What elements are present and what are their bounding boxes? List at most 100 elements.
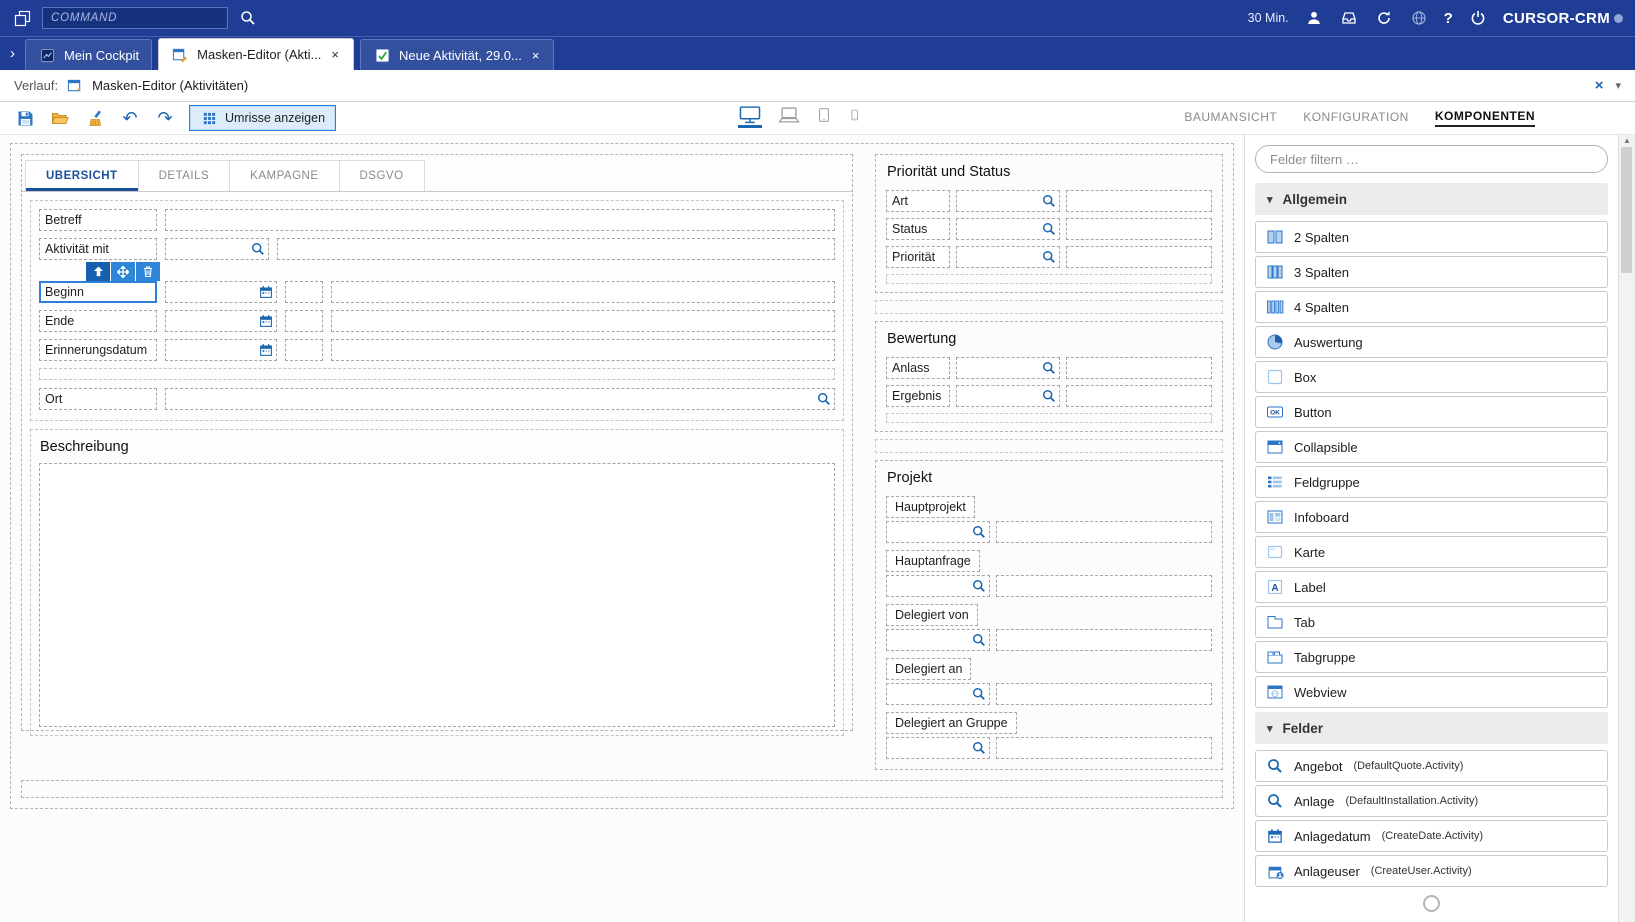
- tab-neue-aktivitaet[interactable]: Neue Aktivität, 29.0... ×: [360, 39, 554, 70]
- field-time-erinnerungsdatum[interactable]: [285, 339, 323, 361]
- field-date-ende[interactable]: [165, 310, 277, 332]
- empty-drop-strip[interactable]: [886, 274, 1212, 284]
- umrisse-toggle[interactable]: Umrisse anzeigen: [189, 105, 336, 131]
- field-label-erinnerungsdatum[interactable]: Erinnerungsdatum: [39, 339, 157, 361]
- field-label-prioritaet[interactable]: Priorität: [886, 246, 950, 268]
- field-lookup-aktivitaet-mit[interactable]: [165, 238, 269, 260]
- field-input-prioritaet[interactable]: [1066, 246, 1212, 268]
- field-input-anlass[interactable]: [1066, 357, 1212, 379]
- form-tab-kampagne[interactable]: KAMPAGNE: [229, 160, 339, 191]
- empty-drop-strip[interactable]: [886, 413, 1212, 423]
- beschreibung-textarea[interactable]: [39, 463, 835, 727]
- scrollbar-thumb[interactable]: [1621, 147, 1632, 273]
- field-label-ort[interactable]: Ort: [39, 388, 157, 410]
- field-time-ende[interactable]: [285, 310, 323, 332]
- group-prioritaet-status[interactable]: Priorität und Status Art Status: [875, 154, 1223, 293]
- field-input-hauptanfrage[interactable]: [996, 575, 1212, 597]
- component-box[interactable]: Box: [1255, 361, 1608, 393]
- editor-canvas[interactable]: UBERSICHT DETAILS KAMPAGNE DSGVO Betreff: [0, 135, 1244, 922]
- close-icon[interactable]: ×: [530, 48, 542, 63]
- field-lookup-status[interactable]: [956, 218, 1060, 240]
- field-date-erinnerungsdatum[interactable]: [165, 339, 277, 361]
- form-tab-dsgvo[interactable]: DSGVO: [339, 160, 425, 191]
- field-input-delegiert-von[interactable]: [996, 629, 1212, 651]
- inbox-icon[interactable]: [1339, 8, 1359, 28]
- nav-konfiguration[interactable]: KONFIGURATION: [1303, 110, 1409, 126]
- delete-button[interactable]: [136, 262, 160, 281]
- field-label-hauptanfrage[interactable]: Hauptanfrage: [886, 550, 980, 572]
- field-component-anlagedatum[interactable]: Anlagedatum (CreateDate.Activity): [1255, 820, 1608, 852]
- empty-drop-strip[interactable]: [21, 780, 1223, 798]
- windows-icon[interactable]: [12, 8, 32, 28]
- field-label-beginn-selected[interactable]: Beginn: [39, 281, 157, 303]
- phone-icon[interactable]: [848, 106, 861, 128]
- component-2-spalten[interactable]: 2 Spalten: [1255, 221, 1608, 253]
- power-icon[interactable]: [1468, 8, 1488, 28]
- component-webview[interactable]: Webview: [1255, 676, 1608, 708]
- field-lookup-ergebnis[interactable]: [956, 385, 1060, 407]
- field-label-betreff[interactable]: Betreff: [39, 209, 157, 231]
- clean-brush-button[interactable]: [84, 107, 106, 129]
- component-auswertung[interactable]: Auswertung: [1255, 326, 1608, 358]
- field-input-aktivitaet-mit[interactable]: [277, 238, 835, 260]
- field-lookup-prioritaet[interactable]: [956, 246, 1060, 268]
- field-lookup-ort[interactable]: [165, 388, 835, 410]
- redo-icon[interactable]: ↷: [154, 107, 176, 129]
- form-tab-uebersicht[interactable]: UBERSICHT: [25, 160, 139, 191]
- field-lookup-delegiert-von[interactable]: [886, 629, 990, 651]
- save-button[interactable]: [14, 107, 36, 129]
- component-4-spalten[interactable]: 4 Spalten: [1255, 291, 1608, 323]
- monitor-icon[interactable]: [738, 106, 762, 128]
- tabs-overflow-chevron-icon[interactable]: ›: [6, 45, 19, 62]
- section-felder[interactable]: ▾ Felder: [1255, 712, 1608, 744]
- move-button[interactable]: [111, 262, 135, 281]
- field-time-beginn[interactable]: [285, 281, 323, 303]
- globe-icon[interactable]: [1409, 8, 1429, 28]
- nav-baumansicht[interactable]: BAUMANSICHT: [1184, 110, 1277, 126]
- field-label-delegiert-von[interactable]: Delegiert von: [886, 604, 978, 626]
- component-infoboard[interactable]: Infoboard: [1255, 501, 1608, 533]
- field-input-ergebnis[interactable]: [1066, 385, 1212, 407]
- field-filler-ende[interactable]: [331, 310, 835, 332]
- field-label-ende[interactable]: Ende: [39, 310, 157, 332]
- field-date-beginn[interactable]: [165, 281, 277, 303]
- tab-mein-cockpit[interactable]: Mein Cockpit: [25, 39, 152, 70]
- field-label-delegiert-an-gruppe[interactable]: Delegiert an Gruppe: [886, 712, 1017, 734]
- form-tabgroup[interactable]: UBERSICHT DETAILS KAMPAGNE DSGVO Betreff: [21, 154, 853, 731]
- field-component-anlageuser[interactable]: Anlageuser (CreateUser.Activity): [1255, 855, 1608, 887]
- component-tab[interactable]: Tab: [1255, 606, 1608, 638]
- open-folder-button[interactable]: [49, 107, 71, 129]
- beschreibung-group[interactable]: Beschreibung: [30, 429, 844, 736]
- field-lookup-art[interactable]: [956, 190, 1060, 212]
- field-input-delegiert-an[interactable]: [996, 683, 1212, 705]
- nav-komponenten[interactable]: KOMPONENTEN: [1435, 109, 1535, 127]
- field-label-anlass[interactable]: Anlass: [886, 357, 950, 379]
- tab-masken-editor[interactable]: Masken-Editor (Akti... ×: [158, 38, 354, 70]
- field-label-delegiert-an[interactable]: Delegiert an: [886, 658, 971, 680]
- undo-icon[interactable]: ↶: [119, 107, 141, 129]
- field-input-delegiert-an-gruppe[interactable]: [996, 737, 1212, 759]
- refresh-icon[interactable]: [1374, 8, 1394, 28]
- component-karte[interactable]: Karte: [1255, 536, 1608, 568]
- component-label[interactable]: A Label: [1255, 571, 1608, 603]
- group-bewertung[interactable]: Bewertung Anlass Ergebnis: [875, 321, 1223, 432]
- form-tab-details[interactable]: DETAILS: [138, 160, 231, 191]
- component-collapsible[interactable]: Collapsible: [1255, 431, 1608, 463]
- field-filler-erinnerungsdatum[interactable]: [331, 339, 835, 361]
- component-tabgruppe[interactable]: Tabgruppe: [1255, 641, 1608, 673]
- field-lookup-hauptanfrage[interactable]: [886, 575, 990, 597]
- component-button[interactable]: OK Button: [1255, 396, 1608, 428]
- chevron-down-icon[interactable]: ▾: [1615, 79, 1621, 92]
- command-input[interactable]: [42, 7, 228, 29]
- user-icon[interactable]: [1304, 8, 1324, 28]
- sidebar-scrollbar[interactable]: ▲: [1618, 135, 1635, 922]
- root-layout-cell[interactable]: UBERSICHT DETAILS KAMPAGNE DSGVO Betreff: [10, 143, 1234, 809]
- field-label-aktivitaet-mit[interactable]: Aktivität mit: [39, 238, 157, 260]
- close-icon[interactable]: ×: [1595, 77, 1604, 94]
- field-lookup-hauptprojekt[interactable]: [886, 521, 990, 543]
- laptop-icon[interactable]: [778, 106, 800, 128]
- scroll-up-icon[interactable]: ▲: [1619, 136, 1635, 145]
- empty-drop-strip[interactable]: [875, 439, 1223, 453]
- field-label-hauptprojekt[interactable]: Hauptprojekt: [886, 496, 975, 518]
- component-feldgruppe[interactable]: Feldgruppe: [1255, 466, 1608, 498]
